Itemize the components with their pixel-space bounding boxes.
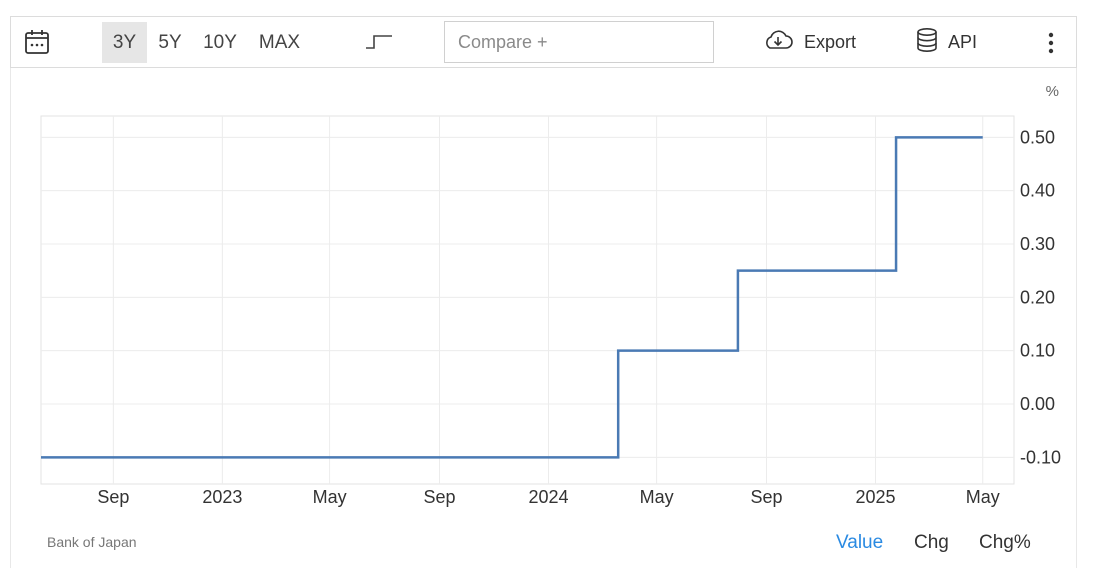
x-tick-label: May bbox=[640, 487, 674, 507]
y-tick-label: 0.00 bbox=[1020, 394, 1055, 414]
x-tick-label: Sep bbox=[423, 487, 455, 507]
x-tick-label: 2023 bbox=[202, 487, 242, 507]
y-tick-label: 0.10 bbox=[1020, 341, 1055, 361]
source-label: Bank of Japan bbox=[47, 534, 137, 550]
interest-rate-chart: 0.50 0.40 0.30 0.20 0.10 0.00 -0.10 Sep 2023 May S… bbox=[40, 83, 1061, 507]
y-tick-label: 0.30 bbox=[1020, 234, 1055, 254]
y-tick-label: 0.20 bbox=[1020, 287, 1055, 307]
x-tick-label: Sep bbox=[97, 487, 129, 507]
view-tab-chg-pct[interactable]: Chg% bbox=[979, 532, 1031, 554]
y-tick-label: 0.40 bbox=[1020, 181, 1055, 201]
view-tab-chg[interactable]: Chg bbox=[914, 532, 949, 554]
y-tick-label: -0.10 bbox=[1020, 447, 1061, 467]
y-tick-label: 0.50 bbox=[1020, 127, 1055, 147]
plot-frame bbox=[40, 115, 1015, 485]
x-tick-label: May bbox=[966, 487, 1000, 507]
unit-label: % bbox=[1046, 83, 1059, 100]
x-tick-label: 2024 bbox=[528, 487, 568, 507]
view-tab-value[interactable]: Value bbox=[836, 532, 883, 554]
x-tick-label: May bbox=[313, 487, 347, 507]
x-tick-label: Sep bbox=[750, 487, 782, 507]
x-tick-label: 2025 bbox=[855, 487, 895, 507]
